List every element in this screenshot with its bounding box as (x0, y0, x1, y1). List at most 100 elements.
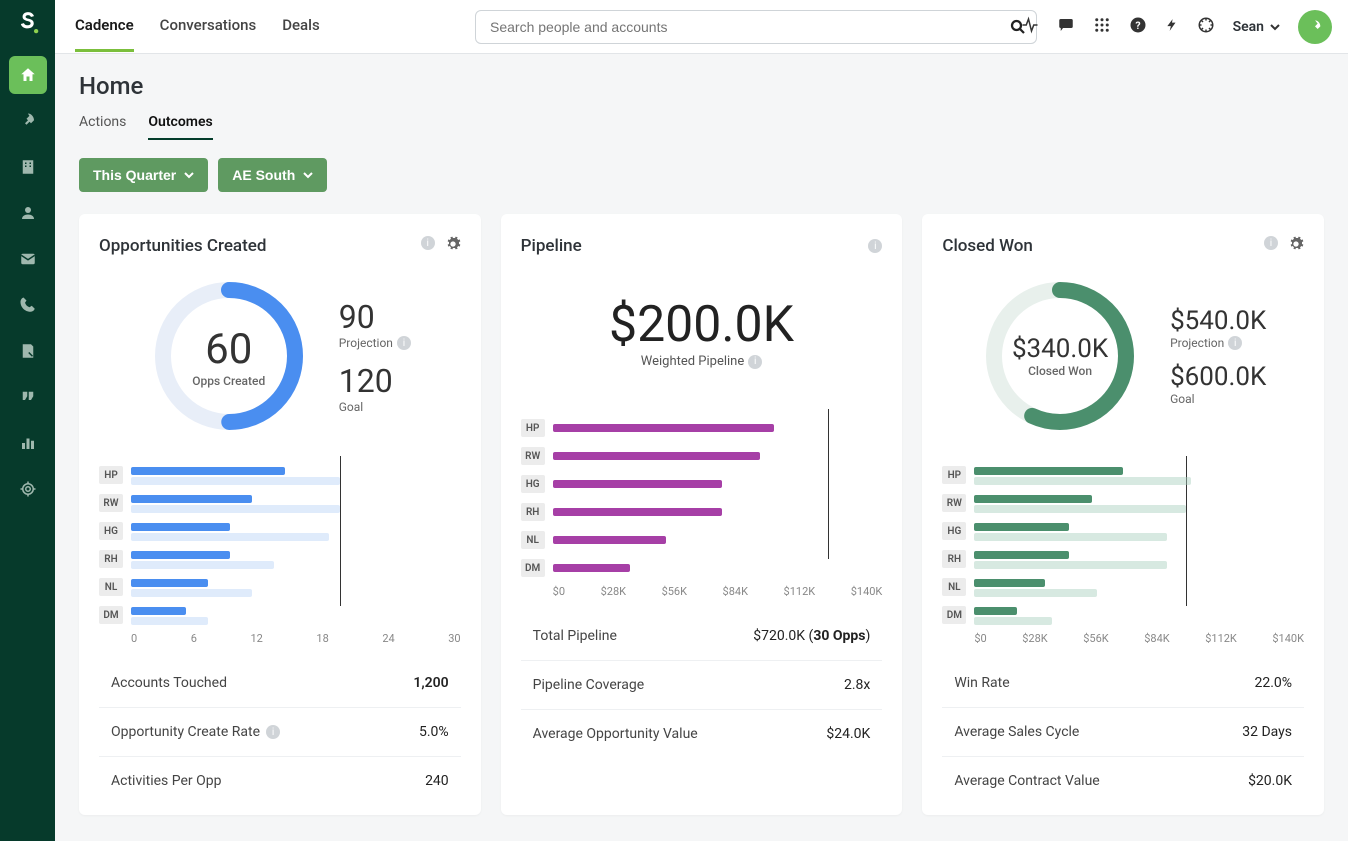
user-menu[interactable]: Sean (1233, 19, 1280, 35)
axis-tick: 12 (250, 632, 262, 645)
bar-chart: HP RW HG RHNLDM (99, 456, 461, 626)
goal-value: $600.0K (1170, 362, 1266, 392)
user-name: Sean (1233, 19, 1264, 35)
axis-tick: 6 (191, 632, 197, 645)
axis-tick: $0 (553, 585, 565, 598)
metrics-list: Total Pipeline $720.0K (30 Opps) Pipeline … (521, 612, 883, 758)
bar-category-label: DM (942, 606, 966, 624)
nav-mail[interactable] (9, 240, 47, 278)
tab-conversations[interactable]: Conversations (160, 1, 257, 52)
nav-phone[interactable] (9, 286, 47, 324)
donut-chart: $340.0K Closed Won (980, 276, 1140, 436)
gear-icon[interactable] (1288, 236, 1304, 256)
axis-tick: $28K (1022, 632, 1047, 645)
nav-building[interactable] (9, 148, 47, 186)
bar-row: DM (942, 601, 1304, 629)
donut-value: 60 (205, 325, 252, 374)
nav-note[interactable] (9, 332, 47, 370)
axis-tick: $0 (974, 632, 986, 645)
metric-value: 32 Days (1242, 724, 1292, 740)
nav-quote[interactable] (9, 378, 47, 416)
info-icon[interactable]: i (421, 236, 435, 250)
info-icon[interactable]: i (1264, 236, 1278, 250)
quick-action-button[interactable] (1298, 10, 1332, 44)
axis-tick: $84K (723, 585, 748, 598)
bar-row: NL (99, 573, 461, 601)
metric-value: $720.0K (30 Opps) (753, 628, 870, 644)
search-input[interactable] (475, 10, 1037, 44)
metric-row: Opportunity Create Ratei5.0% (99, 708, 461, 757)
nav-target[interactable] (9, 470, 47, 508)
filter-period[interactable]: This Quarter (79, 158, 208, 192)
chart-axis: $0$28K$56K$84K$112K$140K (942, 632, 1304, 645)
donut-chart: 60 Opps Created (149, 276, 309, 436)
metric-label: Win Rate (954, 675, 1009, 691)
bar-row: NL (521, 526, 883, 554)
tab-cadence[interactable]: Cadence (75, 1, 134, 52)
nav-home[interactable] (9, 56, 47, 94)
bar-category-label: HG (99, 522, 123, 540)
axis-tick: $140K (851, 585, 883, 598)
metric-row: Pipeline Coverage2.8x (521, 661, 883, 710)
info-icon[interactable]: i (266, 725, 280, 739)
nav-rocket[interactable] (9, 102, 47, 140)
pipeline-value: $200.0K (609, 296, 794, 354)
nav-analytics[interactable] (9, 424, 47, 462)
bar-row: HG (99, 517, 461, 545)
metric-row: Total Pipeline $720.0K (30 Opps) (521, 612, 883, 661)
axis-tick: $140K (1272, 632, 1304, 645)
svg-text:?: ? (1135, 18, 1140, 31)
bar-category-label: HP (99, 466, 123, 484)
metric-label: Average Contract Value (954, 773, 1099, 789)
bar-row: HP (99, 461, 461, 489)
gear-icon[interactable] (445, 236, 461, 256)
bar-row: DM (521, 554, 883, 582)
bar-row: RW (521, 442, 883, 470)
filter-team-label: AE South (232, 167, 295, 183)
metric-value: 5.0% (419, 724, 449, 740)
bar-row: RH (99, 545, 461, 573)
apps-icon[interactable] (1093, 16, 1111, 38)
projection-label: Projection (1170, 336, 1224, 350)
bar-category-label: HG (521, 475, 545, 493)
help-icon[interactable]: ? (1129, 16, 1147, 38)
bar-category-label: RW (99, 494, 123, 512)
metric-label: Accounts Touched (111, 675, 227, 691)
filter-team[interactable]: AE South (218, 158, 327, 192)
bolt-icon[interactable] (1165, 16, 1179, 38)
axis-tick: 0 (131, 632, 137, 645)
info-icon[interactable]: i (868, 239, 882, 253)
metric-row: Average Sales Cycle32 Days (942, 708, 1304, 757)
axis-tick: $56K (1083, 632, 1108, 645)
axis-tick: 24 (382, 632, 394, 645)
donut-label: Closed Won (1028, 364, 1092, 378)
bar-row: DM (99, 601, 461, 629)
nav-person[interactable] (9, 194, 47, 232)
metric-label: Average Opportunity Value (533, 726, 698, 742)
axis-tick: $28K (601, 585, 626, 598)
info-icon[interactable]: i (748, 355, 762, 369)
metrics-list: Win Rate 22.0% Average Sales Cycle32 Days A… (942, 659, 1304, 805)
filter-period-label: This Quarter (93, 167, 176, 183)
axis-tick: $112K (1205, 632, 1237, 645)
bar-category-label: RH (521, 503, 545, 521)
goal-value: 120 (339, 362, 411, 400)
metric-value: 22.0% (1254, 675, 1292, 691)
goal-label: Goal (1170, 392, 1266, 406)
subtab-actions[interactable]: Actions (79, 114, 126, 140)
info-icon[interactable]: i (1228, 336, 1242, 350)
chat-icon[interactable] (1057, 16, 1075, 38)
card-closed-won: Closed Won i $3 (922, 214, 1324, 815)
metric-label: Total Pipeline (533, 628, 617, 644)
info-icon[interactable]: i (397, 336, 411, 350)
bar-row: HG (521, 470, 883, 498)
bar-category-label: NL (942, 578, 966, 596)
bar-category-label: NL (521, 531, 545, 549)
subtab-outcomes[interactable]: Outcomes (148, 114, 212, 140)
metric-value: 240 (425, 773, 449, 789)
activity-icon[interactable] (1021, 16, 1039, 38)
tab-deals[interactable]: Deals (282, 1, 319, 52)
app-logo (13, 8, 43, 38)
settings-icon[interactable] (1197, 16, 1215, 38)
bar-chart: HPRWHGRHNLDM (942, 456, 1304, 626)
